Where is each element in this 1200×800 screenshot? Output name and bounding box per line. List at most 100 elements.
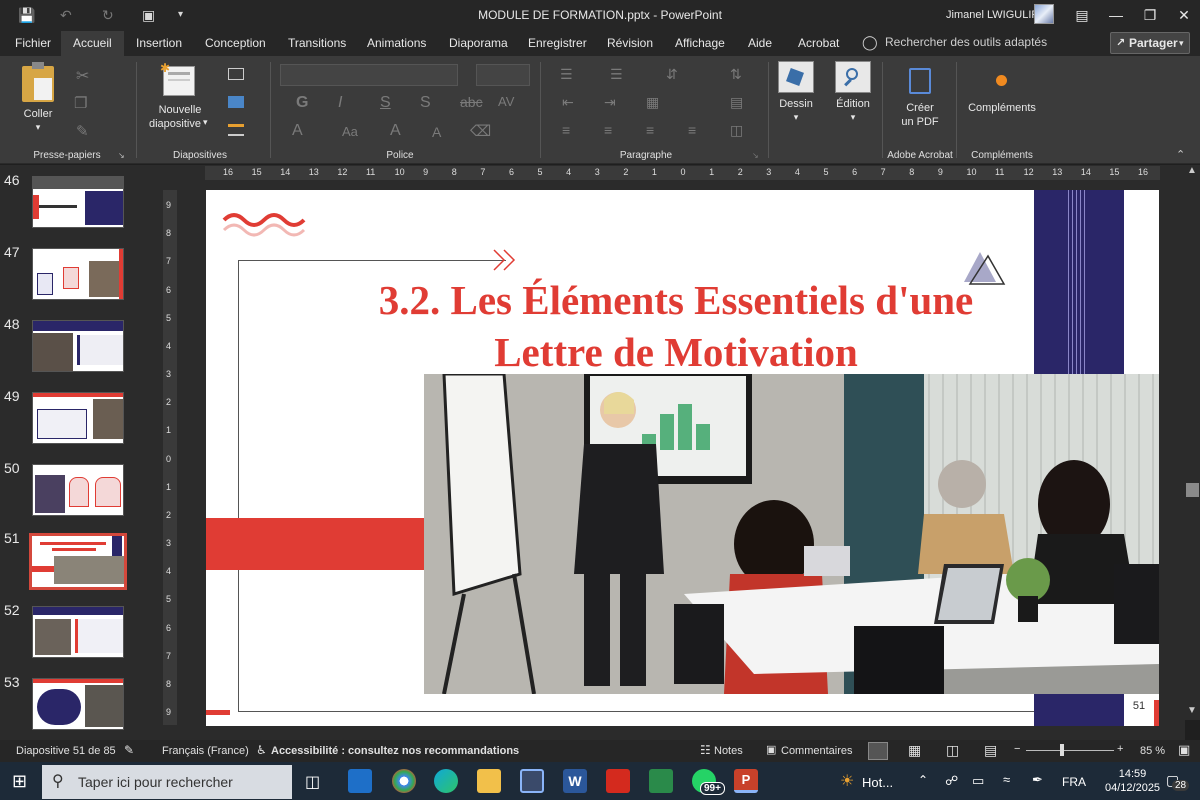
drawing-label[interactable]: Dessin xyxy=(772,97,820,111)
editing-dropdown-icon[interactable]: ▾ xyxy=(845,110,861,124)
align-text-icon[interactable]: ▤ xyxy=(730,94,743,111)
slide-title[interactable]: 3.2. Les Éléments Essentiels d'une Lettr… xyxy=(276,274,1076,378)
store-icon[interactable] xyxy=(520,769,544,793)
outlook-icon[interactable] xyxy=(348,769,372,793)
user-name[interactable]: Jimanel LWIGULIRA xyxy=(946,9,1047,21)
section-icon[interactable] xyxy=(228,124,244,136)
editing-icon[interactable] xyxy=(835,61,871,93)
fit-to-window-icon[interactable]: ▣ xyxy=(1178,742,1190,758)
zoom-in-icon[interactable]: + xyxy=(1117,743,1123,755)
ribbon-display-icon[interactable]: ▤ xyxy=(1068,4,1096,26)
normal-view-icon[interactable] xyxy=(868,742,888,760)
taskbar-search[interactable]: ⚲ Taper ici pour rechercher xyxy=(42,765,292,799)
tab-accueil[interactable]: Accueil xyxy=(61,31,124,56)
cut-icon[interactable]: ✂ xyxy=(76,66,89,86)
thumbnail-slide-48[interactable] xyxy=(32,320,124,372)
italic-icon[interactable]: I xyxy=(338,94,342,112)
meet-icon[interactable]: ☍ xyxy=(945,773,958,789)
scroll-down-icon[interactable]: ▼ xyxy=(1187,705,1197,716)
layout-icon[interactable] xyxy=(228,68,244,80)
new-slide-dropdown-icon[interactable]: ▾ xyxy=(203,117,208,128)
format-painter-icon[interactable]: ✎ xyxy=(76,122,89,140)
vertical-scrollbar[interactable]: ▲ ▼ xyxy=(1185,165,1200,720)
comments-icon[interactable]: ▣ xyxy=(766,743,776,756)
chrome-icon[interactable] xyxy=(392,769,416,793)
decrease-indent-icon[interactable]: ⇤ xyxy=(562,94,574,111)
create-pdf-icon[interactable] xyxy=(909,68,931,94)
align-left-icon[interactable]: ≡ xyxy=(562,122,570,138)
notes-icon[interactable]: ☷ xyxy=(700,743,711,757)
copy-icon[interactable]: ❐ xyxy=(74,94,87,112)
thumbnail-slide-51[interactable] xyxy=(29,533,127,590)
save-icon[interactable]: 💾 xyxy=(18,7,35,24)
tab-animations[interactable]: Animations xyxy=(355,31,438,56)
reset-slide-icon[interactable] xyxy=(228,96,244,108)
tab-revision[interactable]: Révision xyxy=(595,31,665,56)
minimize-button[interactable]: — xyxy=(1102,4,1130,26)
thumbnail-slide-46[interactable] xyxy=(32,176,124,228)
accessibility-status[interactable]: Accessibilité : consultez nos recommanda… xyxy=(271,745,519,757)
battery-icon[interactable]: ▭ xyxy=(972,773,984,789)
weather-icon[interactable]: ☀ xyxy=(840,771,854,791)
tab-fichier[interactable]: Fichier xyxy=(3,31,63,56)
zoom-slider[interactable] xyxy=(1026,750,1114,751)
slideshow-view-icon[interactable]: ▤ xyxy=(984,742,997,759)
font-size-box[interactable] xyxy=(476,64,530,86)
windows-start-icon[interactable]: ⊞ xyxy=(12,771,27,792)
thumbnail-slide-52[interactable] xyxy=(32,606,124,658)
tab-aide[interactable]: Aide xyxy=(736,31,784,56)
bold-icon[interactable]: G xyxy=(296,94,308,112)
tab-conception[interactable]: Conception xyxy=(193,31,278,56)
slide-canvas[interactable]: 3.2. Les Éléments Essentiels d'une Lettr… xyxy=(206,190,1159,726)
paste-dropdown-icon[interactable]: ▾ xyxy=(30,120,46,134)
input-language[interactable]: FRA xyxy=(1062,775,1086,789)
columns-icon[interactable]: ▦ xyxy=(646,94,659,111)
reading-view-icon[interactable]: ◫ xyxy=(946,742,959,759)
tab-acrobat[interactable]: Acrobat xyxy=(786,31,851,56)
language-indicator[interactable]: Français (France) xyxy=(162,745,249,757)
drawing-dropdown-icon[interactable]: ▾ xyxy=(788,110,804,124)
tab-insertion[interactable]: Insertion xyxy=(124,31,194,56)
editing-label[interactable]: Édition xyxy=(829,97,877,111)
restore-button[interactable]: ❐ xyxy=(1136,4,1164,26)
align-right-icon[interactable]: ≡ xyxy=(646,122,654,138)
shrink-font-icon[interactable]: A xyxy=(432,124,441,140)
change-case-icon[interactable]: Aa xyxy=(342,124,358,139)
font-color-icon[interactable]: A xyxy=(292,122,303,140)
tell-me-search[interactable]: Rechercher des outils adaptés xyxy=(885,35,1047,49)
new-slide-line1[interactable]: Nouvelle xyxy=(148,103,212,117)
tab-affichage[interactable]: Affichage xyxy=(663,31,737,56)
zoom-slider-thumb[interactable] xyxy=(1060,744,1064,756)
collapse-ribbon-icon[interactable]: ⌃ xyxy=(1176,148,1185,161)
meeting-photo[interactable] xyxy=(424,372,1159,695)
paste-label[interactable]: Coller xyxy=(18,107,58,121)
tab-enregistrer[interactable]: Enregistrer xyxy=(516,31,599,56)
pen-icon[interactable]: ✒ xyxy=(1032,772,1043,788)
new-slide-line2[interactable]: diapositive xyxy=(143,117,207,131)
tray-overflow-icon[interactable]: ⌃ xyxy=(918,773,928,787)
char-spacing-icon[interactable]: AV xyxy=(498,94,514,109)
weather-text[interactable]: Hot... xyxy=(862,775,893,790)
grow-font-icon[interactable]: A xyxy=(390,122,401,140)
zoom-out-icon[interactable]: − xyxy=(1014,743,1020,755)
powerpoint-icon[interactable]: P xyxy=(734,769,758,793)
acrobat-icon[interactable] xyxy=(606,769,630,793)
dialog-launcher-icon[interactable]: ↘ xyxy=(752,151,759,160)
strikethrough-icon[interactable]: abc xyxy=(460,94,483,110)
shadow-icon[interactable]: S xyxy=(420,94,431,112)
customize-quick-access-icon[interactable]: ▾ xyxy=(178,9,183,20)
smartart-icon[interactable]: ◫ xyxy=(730,122,743,139)
calculator-icon[interactable] xyxy=(649,769,673,793)
tab-transitions[interactable]: Transitions xyxy=(276,31,358,56)
underline-icon[interactable]: S xyxy=(380,94,391,112)
bullets-icon[interactable]: ☰ xyxy=(560,66,573,83)
dialog-launcher-icon[interactable]: ↘ xyxy=(118,151,125,160)
thumbnail-slide-53[interactable] xyxy=(32,678,124,730)
thumbnail-slide-49[interactable] xyxy=(32,392,124,444)
redo-icon[interactable]: ↻ xyxy=(102,7,114,24)
share-button[interactable]: ↗ Partager ▾ xyxy=(1110,32,1190,54)
align-center-icon[interactable]: ≡ xyxy=(604,122,612,138)
scroll-up-icon[interactable]: ▲ xyxy=(1187,165,1197,176)
numbering-icon[interactable]: ☰ xyxy=(610,66,623,83)
create-pdf-line2[interactable]: un PDF xyxy=(894,115,946,129)
